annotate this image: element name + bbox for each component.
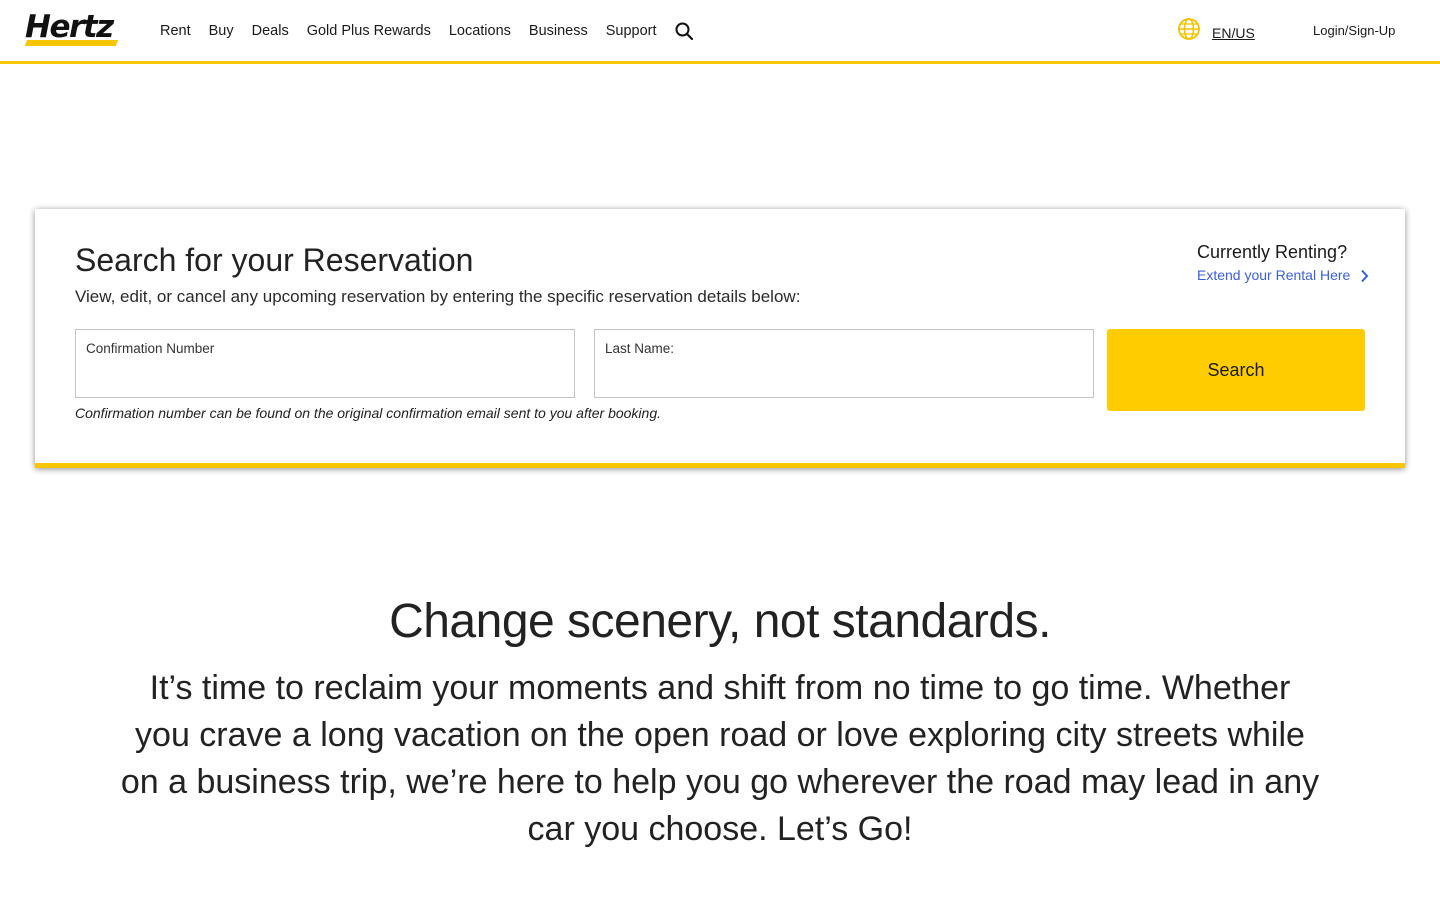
promo-headline: Change scenery, not standards. [389,595,1051,648]
nav-rent[interactable]: Rent [160,20,191,42]
language-selector[interactable]: EN/US [1212,23,1255,43]
nav-deals[interactable]: Deals [252,20,289,42]
last-name-field[interactable]: Last Name: [594,329,1094,398]
chevron-right-icon [1361,270,1369,283]
nav-business[interactable]: Business [529,20,588,42]
nav-support[interactable]: Support [606,20,657,42]
login-signup-link[interactable]: Login/Sign-Up [1313,21,1395,41]
reservation-title: Search for your Reservation [75,242,474,278]
reservation-subtitle: View, edit, or cancel any upcoming reser… [75,287,801,306]
nav-gold-plus-rewards[interactable]: Gold Plus Rewards [307,20,431,42]
currently-renting-heading: Currently Renting? [1197,242,1348,262]
hertz-logo[interactable]: Hertz [24,8,123,48]
promo-body: It’s time to reclaim your moments and sh… [120,669,1320,848]
confirmation-number-input[interactable] [86,364,564,390]
extend-rental-link[interactable]: Extend your Rental Here [1197,265,1369,285]
last-name-input[interactable] [605,364,1083,390]
site-header: Hertz Rent Buy Deals Gold Plus Rewards L… [0,0,1440,64]
reservation-search-card: Search for your Reservation View, edit, … [35,209,1405,468]
confirmation-helper-text: Confirmation number can be found on the … [75,405,662,421]
extend-rental-label: Extend your Rental Here [1197,267,1351,283]
logo-text: Hertz [25,9,114,45]
search-button[interactable]: Search [1107,329,1365,411]
nav-locations[interactable]: Locations [449,20,511,42]
main-nav: Rent Buy Deals Gold Plus Rewards Locatio… [160,20,675,42]
confirmation-number-field[interactable]: Confirmation Number [75,329,575,398]
last-name-label: Last Name: [605,341,675,356]
search-icon[interactable] [674,21,694,41]
nav-buy[interactable]: Buy [209,20,234,42]
globe-icon [1178,18,1200,40]
confirmation-number-label: Confirmation Number [86,341,215,356]
